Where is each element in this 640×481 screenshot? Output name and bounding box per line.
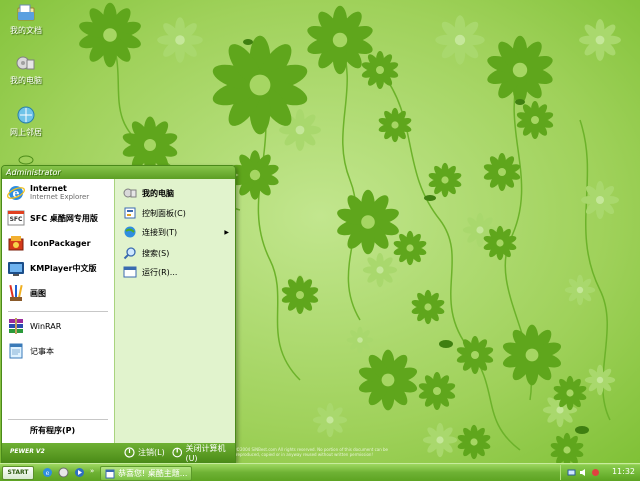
volume-icon[interactable]: [579, 468, 588, 477]
app-tray-icon[interactable]: [591, 468, 600, 477]
wallpaper-copyright: ©2004 SiNBest.com All rights reserved. N…: [236, 447, 389, 457]
desktop-icon-label: 我的文档: [10, 26, 42, 35]
sfc-icon: SFC: [7, 210, 25, 226]
system-tray: 11:32: [560, 465, 640, 480]
shutdown-label: 关闭计算机(U): [185, 443, 226, 463]
power-icon: [172, 447, 183, 458]
start-menu-item-notepad[interactable]: 记事本: [6, 340, 112, 362]
menu-separator: [8, 311, 108, 312]
my-documents-icon: [17, 4, 35, 21]
start-menu-item-iconpackager[interactable]: IconPackager: [6, 232, 112, 254]
quicklaunch-media-icon[interactable]: [74, 467, 85, 478]
start-menu-item-winrar[interactable]: WinRAR: [6, 315, 112, 337]
logoff-icon: [124, 447, 135, 458]
places-item-run[interactable]: 运行(R)...: [123, 264, 233, 280]
desktop-icon-my-computer[interactable]: 我的电脑: [2, 52, 50, 86]
item-label: 搜索(S): [142, 248, 170, 258]
network-neighborhood-icon: [17, 106, 35, 124]
quicklaunch-desktop-icon[interactable]: [58, 467, 69, 478]
connect-to-icon: [124, 226, 136, 238]
item-title: 画图: [30, 288, 46, 298]
shutdown-button[interactable]: 关闭计算机(U): [172, 444, 235, 462]
submenu-arrow-icon: ▶: [224, 228, 229, 236]
svg-text:e: e: [46, 470, 50, 477]
notepad-icon: [9, 343, 23, 359]
control-panel-icon: [124, 207, 136, 219]
item-label: 我的电脑: [142, 188, 174, 198]
quicklaunch-expand-icon[interactable]: »: [90, 467, 94, 475]
paint-icon: [9, 284, 23, 301]
places-item-connect-to[interactable]: 连接到(T) ▶: [123, 224, 233, 240]
logoff-label: 注销(L): [138, 448, 165, 457]
run-icon: [123, 266, 137, 278]
item-title: IconPackager: [30, 238, 91, 248]
places-item-control-panel[interactable]: 控制面板(C): [123, 205, 233, 221]
start-menu-programs-pane: e Internet Internet Explorer SFC SFC 桌酷网…: [2, 179, 114, 443]
quicklaunch-ie-icon[interactable]: e: [42, 467, 53, 478]
start-button[interactable]: START: [2, 466, 34, 480]
item-title: KMPlayer中文版: [30, 263, 97, 273]
svg-text:SFC: SFC: [10, 216, 23, 223]
desktop-icon-my-documents[interactable]: 我的文档: [2, 2, 50, 36]
logoff-button[interactable]: 注销(L): [124, 446, 165, 459]
start-menu-places-pane: 我的电脑 控制面板(C) 连接到(T) ▶ 搜索(S) 运行(R)...: [114, 179, 235, 443]
desktop-icon-network[interactable]: 网上邻居: [2, 104, 50, 138]
item-label: 控制面板(C): [142, 208, 186, 218]
window-app-icon: [105, 469, 115, 478]
search-icon: [123, 247, 136, 260]
menu-separator: [8, 419, 108, 420]
window-title: 恭喜您! 桌酷主题...: [118, 469, 188, 478]
clock: 11:32: [611, 467, 635, 476]
item-title: Internet: [30, 184, 67, 193]
start-menu-item-kmplayer[interactable]: KMPlayer中文版: [6, 257, 112, 279]
winrar-icon: [9, 318, 23, 334]
start-menu-item-internet[interactable]: e Internet Internet Explorer: [6, 182, 112, 204]
item-title: WinRAR: [30, 321, 62, 331]
theme-brand: PEWER V2: [10, 448, 45, 455]
taskbar-window-button[interactable]: 恭喜您! 桌酷主题...: [100, 466, 192, 481]
places-item-my-computer[interactable]: 我的电脑: [123, 185, 233, 201]
all-programs-button[interactable]: 所有程序(P): [30, 425, 75, 436]
item-label: 连接到(T): [142, 227, 178, 237]
item-title: 记事本: [30, 346, 54, 356]
taskbar: START e » 恭喜您! 桌酷主题... 11:32: [0, 463, 640, 481]
my-computer-icon: [16, 56, 35, 70]
kmplayer-icon: [8, 262, 24, 276]
iconpackager-icon: [8, 236, 24, 251]
places-item-search[interactable]: 搜索(S): [123, 245, 233, 261]
desktop-icon-label: 网上邻居: [10, 128, 42, 137]
item-subtitle: Internet Explorer: [30, 193, 90, 201]
my-computer-icon: [123, 188, 137, 198]
user-name: Administrator: [6, 168, 61, 177]
start-menu: Administrator e Internet Internet Explor…: [1, 165, 236, 463]
network-tray-icon[interactable]: [567, 468, 576, 477]
item-label: 运行(R)...: [142, 267, 178, 277]
start-menu-footer: PEWER V2 注销(L) 关闭计算机(U): [2, 443, 235, 462]
internet-explorer-icon: e: [7, 186, 25, 200]
desktop-icon-label: 我的电脑: [10, 76, 42, 85]
start-menu-item-sfc[interactable]: SFC SFC 桌酷网专用版: [6, 207, 112, 229]
start-menu-user-header: Administrator: [2, 166, 235, 179]
item-title: SFC 桌酷网专用版: [30, 213, 98, 223]
start-menu-item-paint[interactable]: 画图: [6, 282, 112, 304]
